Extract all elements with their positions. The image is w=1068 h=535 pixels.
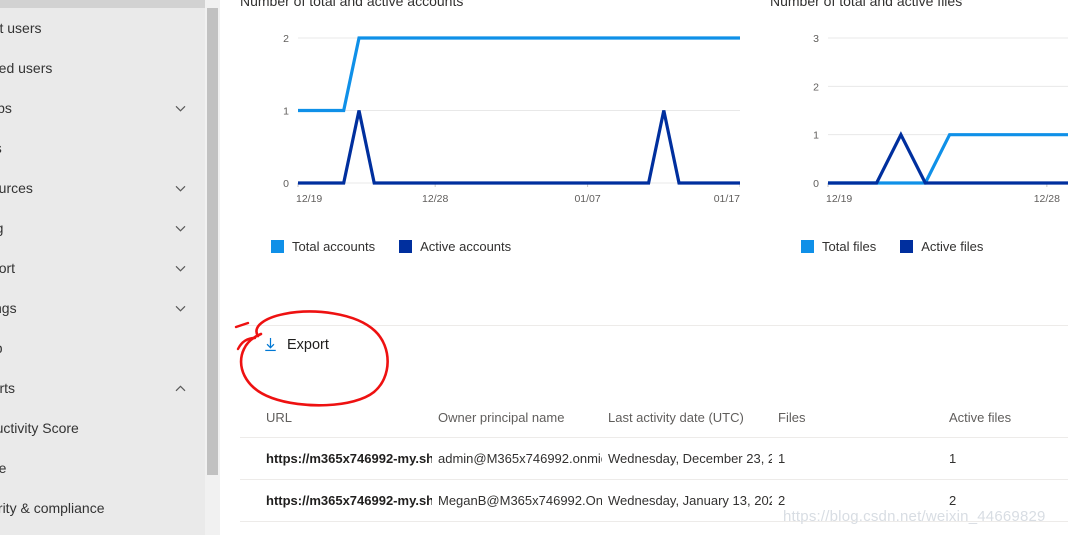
- legend-color-swatch: [801, 240, 814, 253]
- table-cell-url: https://m365x746992-my.sha: [266, 493, 432, 508]
- sidebar-item-label: Productivity Score: [0, 420, 79, 436]
- svg-text:1: 1: [813, 130, 819, 142]
- sidebar-item-groups[interactable]: Groups: [0, 88, 205, 128]
- table-header-cell[interactable]: Active files: [949, 398, 1068, 437]
- svg-text:0: 0: [813, 178, 819, 190]
- left-navigation-sidebar: Guest users Deleted users Groups Roles Resou…: [0, 0, 205, 535]
- table-header-row: URL Owner principal name Last activity dat…: [240, 398, 1068, 438]
- sidebar-item-productivity-score[interactable]: Productivity Score: [0, 408, 205, 448]
- chevron-down-icon[interactable]: [174, 222, 187, 235]
- chevron-down-icon[interactable]: [174, 102, 187, 115]
- sidebar-item-label: Settings: [0, 300, 17, 316]
- table-cell-active-files: 1: [949, 451, 957, 466]
- sidebar-item-label: Usage: [0, 460, 7, 476]
- sidebar-item-label: Setup: [0, 328, 3, 368]
- sidebar-item-reports[interactable]: Reports: [0, 368, 205, 408]
- download-arrow-icon: [265, 337, 276, 352]
- table-header-cell[interactable]: Files: [778, 398, 938, 437]
- sidebar-item-label: Health: [0, 528, 6, 535]
- legend-entry[interactable]: Total files: [801, 239, 876, 254]
- table-row[interactable]: https://m365x746992-my.sha admin@M365x746…: [240, 438, 1068, 480]
- sidebar-scrollbar-thumb[interactable]: [207, 8, 218, 475]
- sidebar-item-setup[interactable]: Setup: [0, 328, 205, 368]
- legend-entry[interactable]: Active accounts: [399, 239, 511, 254]
- sidebar-item-label: Support: [0, 260, 16, 276]
- svg-text:3: 3: [813, 33, 819, 45]
- table-cell-owner: MeganB@M365x746992.OnM: [438, 493, 602, 508]
- sharepoint-usage-table: URL Owner principal name Last activity dat…: [240, 398, 1068, 522]
- chevron-down-icon[interactable]: [174, 182, 187, 195]
- chevron-up-icon[interactable]: [174, 382, 187, 395]
- chart-total-active-accounts: Number of total and active accounts 0 1 2 1…: [240, 0, 740, 262]
- svg-text:2: 2: [283, 33, 289, 45]
- section-divider: [240, 325, 1068, 326]
- sidebar-item-resources[interactable]: Resources: [0, 168, 205, 208]
- legend-color-swatch: [399, 240, 413, 253]
- legend-entry[interactable]: Total accounts: [271, 239, 375, 254]
- sidebar-item-health[interactable]: Health: [0, 528, 205, 535]
- svg-text:0: 0: [283, 178, 289, 190]
- sidebar-item-label: Resources: [0, 180, 33, 196]
- legend-entry[interactable]: Active files: [900, 239, 983, 254]
- legend-color-swatch: [900, 240, 914, 253]
- legend-color-swatch: [271, 240, 284, 253]
- export-button[interactable]: Export: [263, 337, 329, 353]
- legend-label: Total accounts: [292, 239, 376, 254]
- sidebar-item-label: Deleted users: [0, 60, 53, 76]
- sidebar-item-usage[interactable]: Usage: [0, 448, 205, 488]
- sidebar-item-guest-users[interactable]: Guest users: [0, 8, 205, 48]
- chart-plot-area: 0 1 2 3 12/19 12/28: [770, 18, 1068, 223]
- sidebar-item-label: Guest users: [0, 20, 42, 36]
- sidebar-item-deleted-users[interactable]: Deleted users: [0, 48, 205, 88]
- table-cell-owner: admin@M365x746992.onmicr: [438, 451, 602, 466]
- main-content: Number of total and active accounts 0 1 2 1…: [221, 0, 1068, 535]
- legend-label: Active accounts: [420, 239, 512, 254]
- export-button-label: Export: [287, 337, 329, 353]
- svg-text:01/17: 01/17: [714, 193, 740, 205]
- nav-list: Guest users Deleted users Groups Roles Resou…: [0, 8, 205, 535]
- watermark-text: https://blog.csdn.net/weixin_44669829: [783, 508, 1046, 525]
- table-cell-url: https://m365x746992-my.sha: [266, 451, 432, 466]
- chevron-down-icon[interactable]: [174, 302, 187, 315]
- sidebar-item-billing[interactable]: Billing: [0, 208, 205, 248]
- chart-title: Number of total and active accounts: [240, 0, 464, 9]
- table-header-cell[interactable]: Owner principal name: [438, 398, 602, 437]
- sidebar-item-support[interactable]: Support: [0, 248, 205, 288]
- sidebar-item-roles[interactable]: Roles: [0, 128, 205, 168]
- chart-legend: Total files Active files: [801, 239, 997, 254]
- svg-text:01/07: 01/07: [574, 193, 600, 205]
- svg-text:12/19: 12/19: [826, 193, 852, 205]
- svg-text:2: 2: [813, 81, 819, 93]
- table-header-cell[interactable]: URL: [266, 398, 432, 437]
- sidebar-item-label: Security & compliance: [0, 500, 105, 516]
- app-root: Guest users Deleted users Groups Roles Resou…: [0, 0, 1068, 535]
- chart-title: Number of total and active files: [770, 0, 963, 9]
- sidebar-top-strip: [0, 0, 205, 8]
- chart-total-active-files: Number of total and active files 0 1 2 3 12/…: [770, 0, 1068, 262]
- table-cell-date: Wednesday, January 13, 2021: [608, 493, 772, 508]
- table-cell-date: Wednesday, December 23, 20.: [608, 451, 772, 466]
- svg-text:1: 1: [283, 106, 289, 118]
- svg-text:12/19: 12/19: [296, 193, 322, 205]
- table-cell-files: 1: [778, 451, 786, 466]
- sidebar-item-security-compliance[interactable]: Security & compliance: [0, 488, 205, 528]
- chart-legend: Total accounts Active accounts: [271, 239, 525, 254]
- chart-plot-area: 0 1 2 12/19 12/28 01/07 01/17: [240, 18, 740, 223]
- sidebar-item-label: Groups: [0, 100, 12, 116]
- legend-label: Total files: [822, 239, 877, 254]
- sidebar-item-label: Billing: [0, 208, 3, 248]
- sidebar-item-label: Roles: [0, 128, 2, 168]
- table-header-cell[interactable]: Last activity date (UTC): [608, 398, 772, 437]
- svg-text:12/28: 12/28: [422, 193, 448, 205]
- chevron-down-icon[interactable]: [174, 262, 187, 275]
- svg-text:12/28: 12/28: [1034, 193, 1060, 205]
- sidebar-item-label: Reports: [0, 380, 16, 396]
- legend-label: Active files: [921, 239, 984, 254]
- sidebar-item-settings[interactable]: Settings: [0, 288, 205, 328]
